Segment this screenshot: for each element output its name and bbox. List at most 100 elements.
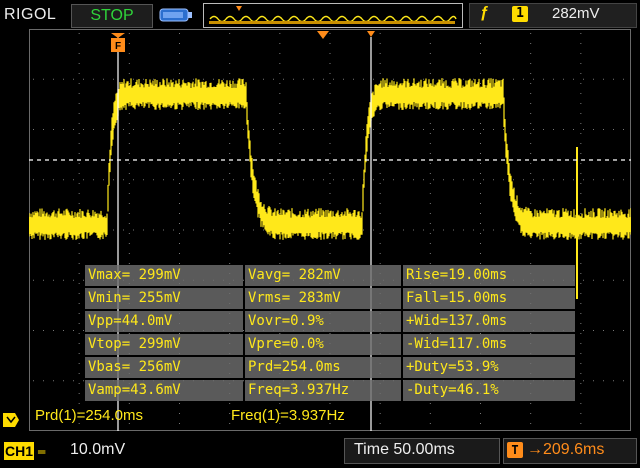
grid-dot [580, 263, 582, 264]
grid-dot [179, 243, 180, 244]
grid-dot [279, 183, 281, 184]
grid-dot [279, 193, 281, 194]
grid-dot [78, 253, 80, 254]
grid-dot [33, 380, 34, 382]
grid-dot [233, 229, 234, 231]
measure-vmax: Vmax= 299mV [85, 265, 243, 286]
grid-dot [123, 129, 124, 130]
grid-dot [43, 330, 44, 331]
grid-dot [480, 193, 481, 194]
grid-dot [253, 129, 254, 130]
grid-dot [613, 129, 614, 130]
grid-dot [530, 173, 532, 174]
grid-dot [379, 63, 381, 64]
grid-dot [583, 129, 584, 130]
grid-dot [279, 33, 281, 34]
grid-dot [530, 263, 532, 264]
grid-dot [33, 330, 34, 331]
grid-dot [78, 263, 80, 264]
grid-dot [583, 78, 584, 80]
grid-dot [480, 53, 481, 54]
grid-dot [580, 43, 582, 44]
measure-period: Prd=254.0ms [245, 357, 401, 378]
grid-dot [128, 233, 130, 234]
grid-dot [513, 179, 514, 181]
grid-dot [383, 229, 384, 231]
grid-dot [580, 373, 582, 374]
grid-dot [473, 179, 474, 181]
grid-dot [580, 383, 582, 384]
grid-dot [379, 173, 381, 174]
grid-dot [279, 143, 281, 144]
measurement-row: Vmin= 255mV Vrms= 283mV Fall=15.00ms [85, 288, 575, 309]
channel-1-badge[interactable]: CH1 [4, 442, 34, 460]
grid-dot [353, 179, 354, 181]
grid-dot [530, 53, 532, 54]
grid-dot [279, 203, 281, 204]
grid-dot [603, 129, 604, 130]
grid-dot [78, 313, 80, 314]
grid-dot [293, 78, 294, 80]
svg-text:F: F [115, 41, 121, 52]
timeline-trigger-marker [236, 6, 242, 11]
grid-dot [453, 179, 454, 181]
grid-dot [503, 179, 504, 181]
grid-dot [480, 63, 481, 64]
grid-dot [193, 229, 194, 231]
grid-dot [128, 123, 130, 124]
grid-dot [43, 380, 44, 382]
grid-dot [279, 253, 281, 254]
grid-dot [480, 43, 481, 44]
rising-edge-trigger-icon[interactable]: ƒ [480, 4, 489, 22]
grid-dot [383, 129, 384, 130]
grid-dot [128, 43, 130, 44]
grid-dot [580, 393, 582, 394]
grid-dot [223, 129, 224, 130]
grid-dot [563, 78, 564, 80]
measure-vmin: Vmin= 255mV [85, 288, 243, 309]
grid-dot [329, 73, 331, 74]
trigger-source-badge[interactable]: 1 [512, 6, 528, 22]
grid-dot [153, 229, 154, 231]
grid-dot [153, 129, 154, 130]
grid-dot [603, 380, 604, 382]
grid-dot [83, 129, 84, 130]
run-stop-status[interactable]: STOP [71, 4, 153, 28]
grid-dot [580, 273, 582, 274]
waveform-memory-timeline[interactable] [203, 3, 463, 28]
grid-dot [453, 229, 454, 231]
grid-dot [429, 163, 431, 164]
grid-dot [583, 380, 584, 382]
grid-dot [83, 179, 84, 181]
grid-dot [530, 403, 532, 404]
grid-dot [429, 193, 431, 194]
vertical-scale[interactable]: 10.0mV [70, 441, 125, 459]
grid-dot [63, 129, 64, 130]
grid-dot [179, 233, 180, 234]
grid-dot [323, 78, 324, 80]
grid-dot [128, 83, 130, 84]
grid-dot [78, 123, 80, 124]
grid-dot [363, 129, 364, 130]
grid-dot [83, 330, 84, 331]
grid-dot [78, 133, 80, 134]
grid-dot [179, 33, 180, 34]
grid-dot [523, 179, 524, 181]
grid-dot [329, 93, 331, 94]
grid-dot [403, 129, 404, 130]
grid-dot [379, 73, 381, 74]
grid-dot [463, 179, 464, 181]
grid-dot [229, 223, 231, 224]
grid-dot [483, 179, 484, 181]
grid-dot [243, 179, 244, 181]
measurement-row: Vtop= 299mV Vpre=0.0% -Wid=117.0ms [85, 334, 575, 355]
grid-dot [179, 43, 180, 44]
grid-dot [179, 423, 180, 424]
grid-dot [203, 179, 204, 181]
grid-dot [329, 53, 331, 54]
grid-dot [603, 279, 604, 281]
grid-dot [379, 183, 381, 184]
grid-dot [143, 129, 144, 130]
grid-dot [78, 203, 80, 204]
grid-dot [183, 129, 184, 130]
